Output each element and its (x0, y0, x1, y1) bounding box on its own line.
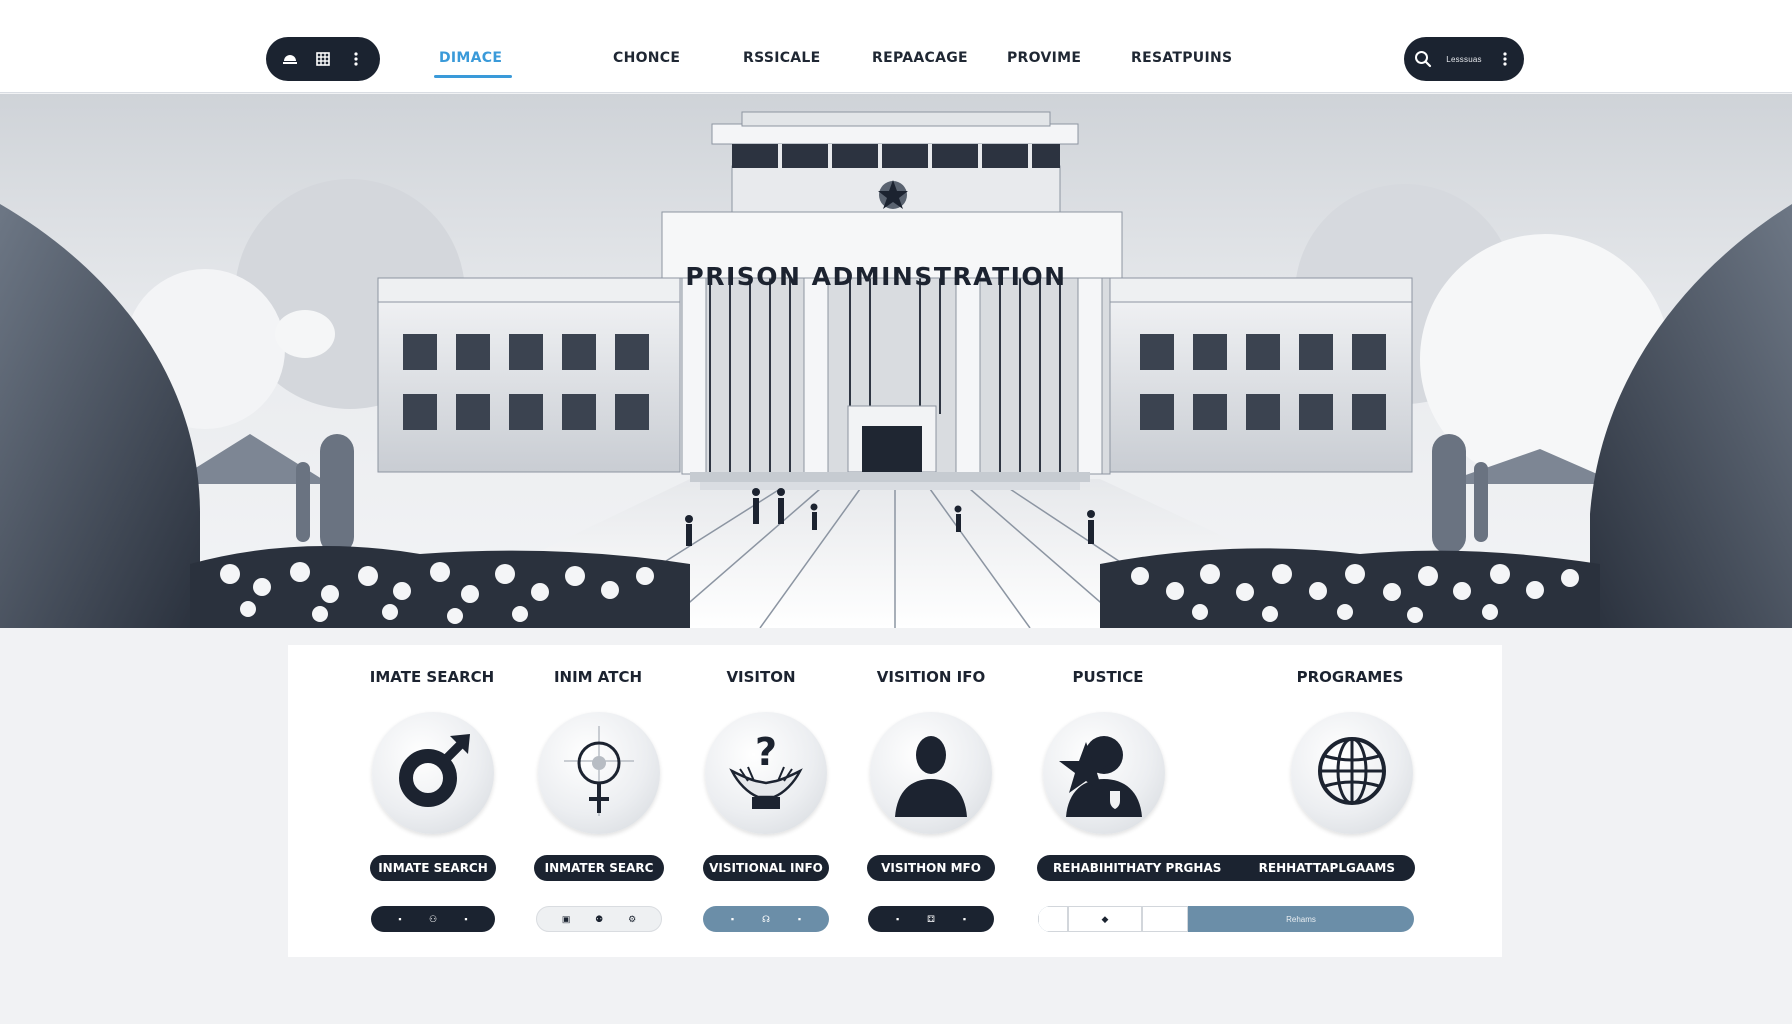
control-item[interactable]: ▪ (464, 914, 467, 924)
control-item[interactable]: ⚃ (927, 914, 935, 925)
star-icon (1056, 740, 1116, 801)
top-navigation: DIMACE CHONCE RSSICALE REPAACAGE PROVIME… (0, 0, 1792, 93)
inmate-search-card[interactable] (372, 712, 494, 834)
inmate-match-controls[interactable]: ▣ ⚉ ⚙ (536, 906, 662, 932)
rehab-button-right-label: REHHATTAPLGAAMS (1258, 861, 1395, 875)
col-title-programes: PROGRAMES (1296, 668, 1404, 686)
col-title-visition-ifo: VISITION IFO (876, 668, 986, 686)
hero-banner: PRISON ADMINSTRATION (0, 94, 1792, 628)
rehab-button-left-label: REHABIHITHATY PRGHAS (1053, 861, 1222, 875)
visitional-info-button[interactable]: VISITIONAL INFO (703, 855, 829, 881)
tab-provime[interactable]: PROVIME (1007, 50, 1081, 66)
inmate-search-controls[interactable]: ▪ ⚇ ▪ (371, 906, 495, 932)
inmate-match-card[interactable] (538, 712, 660, 834)
control-item[interactable]: ▪ (896, 914, 899, 924)
search-icon[interactable] (1414, 50, 1432, 68)
control-item[interactable]: ▪ (798, 914, 801, 924)
person-silhouette-icon (883, 721, 979, 826)
globe-icon (1315, 734, 1389, 813)
programs-card[interactable] (1291, 712, 1413, 834)
visitation-info-controls[interactable]: ▪ ⚃ ▪ (868, 906, 994, 932)
tab-dimace[interactable]: DIMACE (439, 50, 502, 66)
inmater-search-button[interactable]: INMATER SEARC (534, 855, 664, 881)
control-item[interactable]: ▪ (731, 914, 734, 924)
male-symbol-icon (388, 726, 478, 821)
rehabilitation-programs-button[interactable]: REHABIHITHATY PRGHAS REHHATTAPLGAAMS (1037, 855, 1415, 881)
helping-hands-question-icon: ? (718, 723, 814, 824)
tab-resatpuins[interactable]: RESATPUINS (1131, 50, 1232, 66)
visitation-info-card[interactable] (870, 712, 992, 834)
tab-chonce[interactable]: CHONCE (613, 50, 680, 66)
more-vertical-icon[interactable] (1496, 50, 1514, 68)
control-item[interactable]: ▣ (562, 914, 571, 925)
col-title-inim-atch: INIM ATCH (553, 668, 643, 686)
control-item[interactable]: ⚉ (595, 914, 603, 925)
tab-rssicale[interactable]: RSSICALE (743, 50, 821, 66)
visithon-mfo-button[interactable]: VISITHON MFO (867, 855, 995, 881)
col-title-imate-search: IMATE SEARCH (369, 668, 495, 686)
svg-text:?: ? (755, 730, 777, 774)
rehabilitation-controls[interactable]: ◆ Rehams (1038, 906, 1414, 932)
active-tab-indicator (434, 75, 512, 78)
rehab-bar-label[interactable]: Rehams (1188, 906, 1414, 932)
visitation-card[interactable]: ? (705, 712, 827, 834)
col-title-visiton: VISITON (726, 668, 796, 686)
more-vertical-icon[interactable] (347, 50, 365, 68)
grid-icon[interactable] (314, 50, 332, 68)
search-pill[interactable]: Lesssuas (1404, 37, 1524, 81)
control-item[interactable]: ▪ (398, 914, 401, 924)
inmate-search-button[interactable]: INMATE SEARCH (370, 855, 496, 881)
control-item[interactable]: ⚙ (628, 914, 636, 925)
services-panel: IMATE SEARCH INMATE SEARCH ▪ ⚇ ▪ INIM AT… (288, 645, 1502, 957)
dome-icon[interactable] (281, 50, 299, 68)
nav-left-toolbar (266, 37, 380, 81)
search-input[interactable]: Lesssuas (1446, 55, 1481, 64)
control-item[interactable]: ☊ (762, 914, 770, 925)
tab-repaacage[interactable]: REPAACAGE (872, 50, 968, 66)
control-item[interactable]: ▪ (963, 914, 966, 924)
control-segment[interactable] (1038, 906, 1068, 932)
control-segment[interactable] (1142, 906, 1188, 932)
visitation-controls[interactable]: ▪ ☊ ▪ (703, 906, 829, 932)
control-segment[interactable]: ◆ (1068, 906, 1142, 932)
control-item[interactable]: ⚇ (429, 914, 437, 925)
prison-building-illustration (0, 111, 1792, 628)
building-sign-text: PRISON ADMINSTRATION (685, 262, 1067, 291)
female-symbol-icon (554, 721, 644, 826)
col-title-pustice: PUSTICE (1072, 668, 1144, 686)
